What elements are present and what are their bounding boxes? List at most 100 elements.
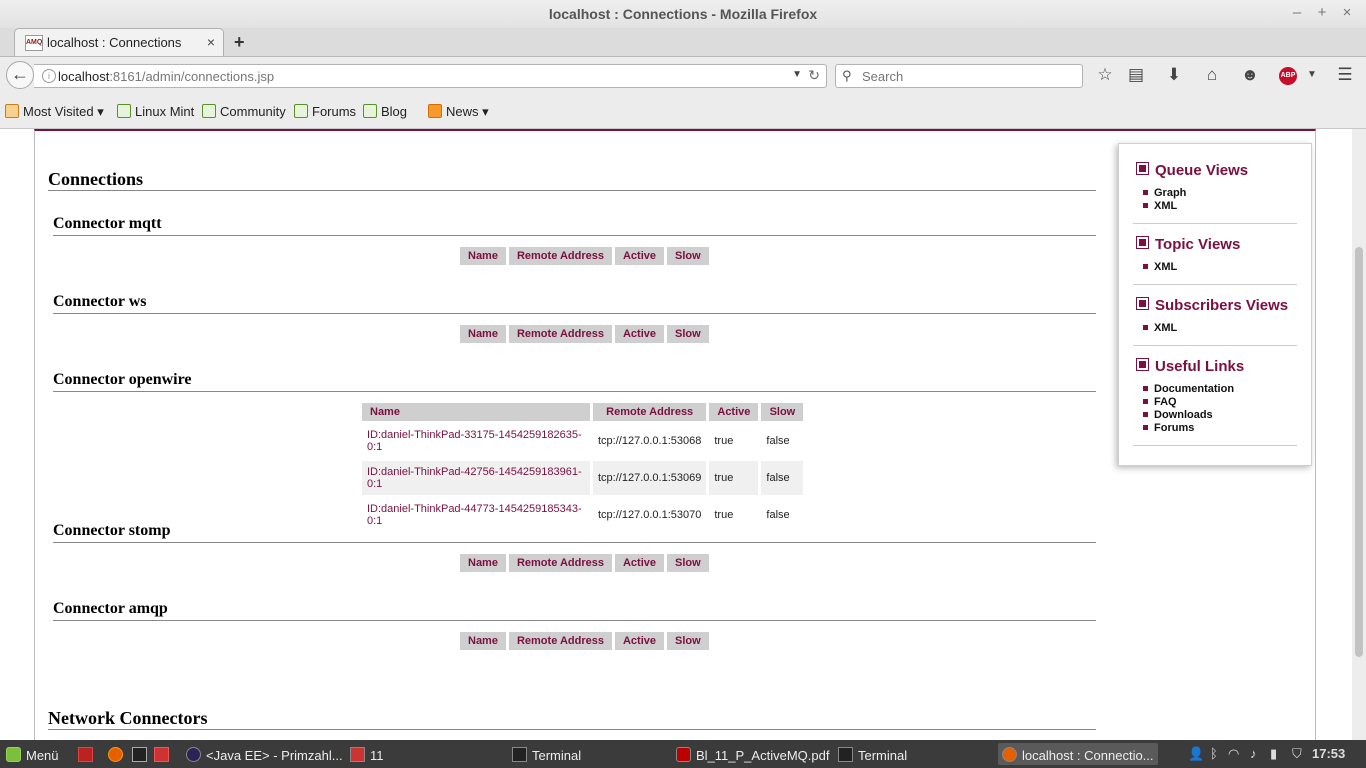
search-bar[interactable]: ⚲: [835, 64, 1083, 88]
taskbar-window-pdf[interactable]: Bl_11_P_ActiveMQ.pdf: [676, 747, 829, 763]
column-name[interactable]: Name: [460, 632, 506, 650]
firefox-launcher-icon[interactable]: [108, 747, 128, 763]
bookmark-blog[interactable]: Blog: [363, 104, 407, 119]
subscribers-xml-link[interactable]: XML: [1143, 322, 1177, 334]
column-slow[interactable]: Slow: [761, 403, 804, 421]
bluetooth-icon[interactable]: ᛒ: [1210, 746, 1218, 761]
terminal-icon: [838, 747, 853, 762]
back-button[interactable]: ←: [6, 61, 34, 89]
bookmark-forums[interactable]: Forums: [294, 104, 356, 119]
faq-link[interactable]: FAQ: [1143, 396, 1177, 408]
divider: [1133, 445, 1297, 446]
maximize-button[interactable]: +: [1312, 4, 1332, 21]
volume-icon[interactable]: ♪: [1250, 746, 1257, 761]
divider: [48, 190, 1096, 191]
square-bullet-icon: [1136, 297, 1149, 310]
bookmark-linux-mint[interactable]: Linux Mint: [117, 104, 194, 119]
clock[interactable]: 17:53: [1312, 746, 1345, 761]
url-text[interactable]: localhost:8161/admin/connections.jsp: [58, 69, 274, 84]
column-slow[interactable]: Slow: [667, 554, 709, 572]
tab-connections[interactable]: AMQ localhost : Connections ×: [14, 28, 224, 56]
column-slow[interactable]: Slow: [667, 325, 709, 343]
adblock-icon[interactable]: ABP: [1279, 67, 1297, 85]
divider: [53, 313, 1096, 314]
queue-graph-link[interactable]: Graph: [1143, 187, 1186, 199]
taskbar-window-eclipse[interactable]: <Java EE> - Primzahl...: [186, 747, 343, 763]
home-icon[interactable]: ⌂: [1201, 65, 1223, 85]
folder-icon: [5, 104, 19, 118]
mint-icon: [202, 104, 216, 118]
column-remote-address[interactable]: Remote Address: [508, 247, 612, 265]
taskbar-window-terminal-2[interactable]: Terminal: [838, 747, 907, 763]
connection-id-link[interactable]: ID:daniel-ThinkPad-44773-1454259185343-0…: [362, 498, 590, 532]
forums-link[interactable]: Forums: [1143, 422, 1194, 434]
user-icon[interactable]: 👤: [1188, 746, 1204, 762]
column-active[interactable]: Active: [614, 632, 665, 650]
square-bullet-icon: [1136, 358, 1149, 371]
useful-links-heading: Useful Links: [1136, 358, 1244, 375]
star-icon[interactable]: ☆: [1094, 65, 1116, 85]
reading-list-icon[interactable]: ▤: [1125, 65, 1147, 85]
connection-id-link[interactable]: ID:daniel-ThinkPad-33175-1454259182635-0…: [362, 424, 590, 458]
bookmark-community[interactable]: Community: [202, 104, 286, 119]
slow-cell: false: [766, 509, 790, 521]
column-remote-address[interactable]: Remote Address: [508, 325, 612, 343]
column-slow[interactable]: Slow: [667, 247, 709, 265]
column-active[interactable]: Active: [614, 247, 665, 265]
mint-icon: [363, 104, 377, 118]
terminal-icon: [512, 747, 527, 762]
taskbar-window-folder[interactable]: 11: [350, 747, 384, 763]
url-bar[interactable]: i localhost:8161/admin/connections.jsp ▼…: [34, 64, 827, 88]
documentation-link[interactable]: Documentation: [1143, 383, 1234, 395]
column-name[interactable]: Name: [460, 247, 506, 265]
column-remote-address[interactable]: Remote Address: [593, 403, 707, 421]
adblock-dropdown-icon[interactable]: ▼: [1301, 69, 1323, 80]
bookmarks-toolbar: Most Visited ▾ Linux Mint Community Foru…: [0, 95, 1366, 129]
chat-icon[interactable]: ☻: [1239, 65, 1261, 85]
connector-openwire-table: Name Remote Address Active Slow ID:danie…: [359, 400, 806, 535]
start-menu-button[interactable]: Menü: [6, 747, 59, 763]
column-remote-address[interactable]: Remote Address: [508, 632, 612, 650]
files-launcher-icon[interactable]: [154, 747, 174, 763]
close-window-button[interactable]: ×: [1337, 4, 1357, 21]
column-name[interactable]: Name: [362, 403, 590, 421]
connector-stomp-heading: Connector stomp: [53, 522, 171, 539]
column-active[interactable]: Active: [614, 325, 665, 343]
url-history-dropdown-icon[interactable]: ▼: [792, 69, 802, 80]
table-row: ID:daniel-ThinkPad-42756-1454259183961-0…: [362, 461, 804, 495]
wifi-icon[interactable]: ◠: [1228, 746, 1239, 762]
taskbar-window-terminal-1[interactable]: Terminal: [512, 747, 581, 763]
battery-icon[interactable]: ▮: [1270, 746, 1277, 762]
scrollbar-thumb[interactable]: [1355, 247, 1363, 657]
terminal-launcher-icon[interactable]: [132, 747, 152, 763]
divider: [53, 391, 1096, 392]
column-slow[interactable]: Slow: [667, 632, 709, 650]
bookmark-most-visited[interactable]: Most Visited ▾: [5, 104, 104, 120]
show-desktop-icon[interactable]: [78, 747, 98, 763]
column-remote-address[interactable]: Remote Address: [508, 554, 612, 572]
downloads-link[interactable]: Downloads: [1143, 409, 1213, 421]
search-input[interactable]: [860, 68, 1074, 85]
activemq-favicon-icon: AMQ: [25, 35, 43, 51]
shield-icon[interactable]: ⛉: [1292, 746, 1302, 762]
connector-amqp-table: Name Remote Address Active Slow: [457, 629, 712, 653]
table-row: ID:daniel-ThinkPad-44773-1454259185343-0…: [362, 498, 803, 532]
column-active[interactable]: Active: [614, 554, 665, 572]
bookmark-news[interactable]: News ▾: [428, 104, 489, 120]
new-tab-button[interactable]: +: [234, 32, 245, 53]
download-icon[interactable]: ⬇: [1163, 65, 1185, 85]
vertical-scrollbar[interactable]: [1352, 129, 1366, 740]
column-name[interactable]: Name: [460, 325, 506, 343]
menu-icon[interactable]: ☰: [1334, 65, 1356, 85]
column-name[interactable]: Name: [460, 554, 506, 572]
reload-icon[interactable]: ↻: [808, 67, 820, 84]
tab-close-icon[interactable]: ×: [207, 34, 215, 50]
taskbar-window-firefox[interactable]: localhost : Connectio...: [1002, 747, 1154, 763]
site-info-icon[interactable]: i: [42, 69, 56, 83]
connection-id-link[interactable]: ID:daniel-ThinkPad-42756-1454259183961-0…: [362, 461, 590, 495]
queue-xml-link[interactable]: XML: [1143, 200, 1177, 212]
topic-xml-link[interactable]: XML: [1143, 261, 1177, 273]
slow-cell: false: [761, 461, 804, 495]
column-active[interactable]: Active: [709, 403, 759, 421]
minimize-button[interactable]: –: [1287, 4, 1307, 21]
